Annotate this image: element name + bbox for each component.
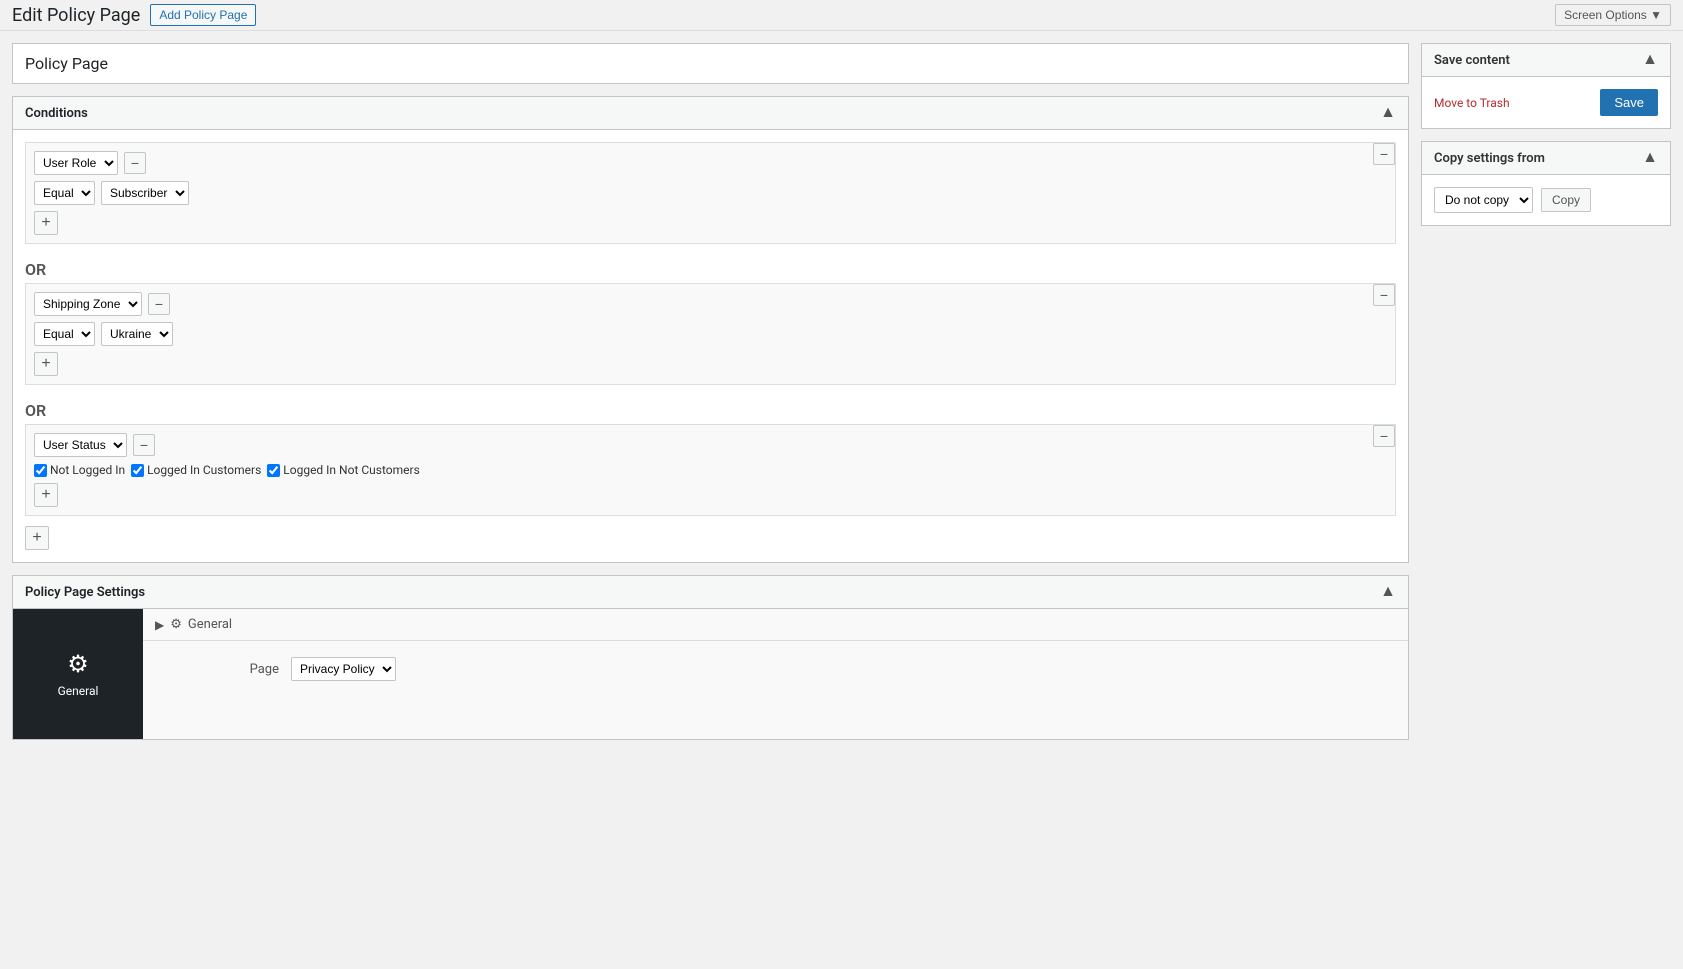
checkbox-logged-in-not-customers[interactable]: Logged In Not Customers [267,463,419,477]
settings-content-general: ▶ ⚙ General Page Privacy Policy [143,609,1408,739]
checkbox-logged-in-customers-input[interactable] [131,464,144,477]
gear-settings-icon: ⚙ [170,617,182,632]
copy-settings-select[interactable]: Do not copy [1434,187,1533,213]
condition-group-2: − Shipping Zone − Equal [25,283,1396,385]
condition-type-select-1-1[interactable]: User Role [34,151,118,175]
copy-settings-collapse-btn[interactable]: ▲ [1642,150,1658,166]
settings-tab-label: General [58,684,99,698]
conditions-title: Conditions [25,106,88,121]
checkbox-not-logged-in-label: Not Logged In [50,463,125,477]
add-policy-button[interactable]: Add Policy Page [150,4,256,26]
checkbox-not-logged-in-input[interactable] [34,464,47,477]
policy-settings-header: Policy Page Settings ▲ [13,576,1408,609]
settings-page-select[interactable]: Privacy Policy [291,657,396,681]
or-label-1: OR [25,252,1396,283]
checkbox-not-logged-in[interactable]: Not Logged In [34,463,125,477]
remove-row-1-1-btn[interactable]: − [124,152,146,174]
copy-settings-header: Copy settings from ▲ [1422,142,1670,175]
conditions-panel-header: Conditions ▲ [13,97,1408,130]
conditions-collapse-btn[interactable]: ▲ [1380,105,1396,121]
add-row-3-btn[interactable]: + [34,483,58,507]
condition-operator-select-1-1[interactable]: Equal [34,181,95,205]
add-row-1-btn-container: + [34,211,1387,235]
remove-group-2-btn[interactable]: − [1373,284,1395,306]
condition-value-select-2-1[interactable]: Ukraine [101,322,173,346]
condition-row-2-2: Equal Ukraine [34,322,1387,346]
condition-row-3-1: User Status − [34,433,1387,457]
settings-row-page: Page Privacy Policy [159,657,1392,681]
settings-content-body: Page Privacy Policy [143,641,1408,697]
condition-group-3-inner: − User Status − Not Logged In [34,433,1387,477]
sidebar: Save content ▲ Move to Trash Save Copy s… [1421,43,1671,740]
condition-checkboxes-3-1: Not Logged In Logged In Customers Logged… [34,463,1387,477]
checkbox-logged-in-customers-label: Logged In Customers [147,463,261,477]
copy-settings-button[interactable]: Copy [1541,188,1591,212]
save-content-panel: Save content ▲ Move to Trash Save [1421,43,1671,129]
add-row-2-btn[interactable]: + [34,352,58,376]
condition-row-1-2: Equal Subscriber [34,181,1387,205]
screen-options-button[interactable]: Screen Options ▼ [1555,4,1671,26]
condition-value-select-1-1[interactable]: Subscriber [101,181,189,205]
save-button[interactable]: Save [1600,89,1658,116]
move-to-trash-link[interactable]: Move to Trash [1434,96,1510,110]
policy-settings-title: Policy Page Settings [25,585,145,600]
policy-settings-body: ⚙ General ▶ ⚙ General Page Privacy P [13,609,1408,739]
remove-row-2-1-btn[interactable]: − [148,293,170,315]
add-row-2-btn-container: + [34,352,1387,376]
condition-row-1-1: User Role − [34,151,1387,175]
save-content-title: Save content [1434,53,1510,68]
main-layout: Policy Page Conditions ▲ − User Role [0,31,1683,752]
policy-settings-panel: Policy Page Settings ▲ ⚙ General ▶ ⚙ Gen… [12,575,1409,740]
condition-group-1: − User Role − Equal Subs [25,142,1396,244]
add-outer-group-btn[interactable]: + [25,526,49,550]
main-content: Policy Page Conditions ▲ − User Role [12,43,1409,740]
conditions-panel: Conditions ▲ − User Role − [12,96,1409,563]
condition-group-3: − User Status − Not Logged In [25,424,1396,516]
settings-tab-general[interactable]: ⚙ General [13,609,143,739]
condition-group-1-inner: − User Role − Equal Subs [34,151,1387,205]
page-title: Edit Policy Page [12,5,140,26]
remove-group-1-btn[interactable]: − [1373,143,1395,165]
copy-settings-title: Copy settings from [1434,151,1545,166]
condition-group-2-inner: − Shipping Zone − Equal [34,292,1387,346]
conditions-panel-body: − User Role − Equal Subs [13,130,1408,562]
settings-page-label: Page [159,662,279,677]
copy-settings-panel: Copy settings from ▲ Do not copy Copy [1421,141,1671,226]
condition-row-2-1: Shipping Zone − [34,292,1387,316]
or-label-2: OR [25,393,1396,424]
condition-operator-select-2-1[interactable]: Equal [34,322,95,346]
chevron-right-icon: ▶ [155,618,164,632]
top-bar: Edit Policy Page Add Policy Page Screen … [0,0,1683,31]
add-row-3-btn-container: + [34,483,1387,507]
remove-row-3-1-btn[interactable]: − [133,434,155,456]
condition-type-select-3-1[interactable]: User Status [34,433,127,457]
top-bar-left: Edit Policy Page Add Policy Page [12,4,256,26]
checkbox-logged-in-not-customers-input[interactable] [267,464,280,477]
save-content-header: Save content ▲ [1422,44,1670,77]
add-row-1-btn[interactable]: + [34,211,58,235]
save-content-body: Move to Trash Save [1422,77,1670,128]
checkbox-logged-in-not-customers-label: Logged In Not Customers [283,463,419,477]
policy-page-title-box: Policy Page [12,43,1409,84]
checkbox-logged-in-customers[interactable]: Logged In Customers [131,463,261,477]
settings-content-header: ▶ ⚙ General [143,609,1408,641]
copy-settings-body: Do not copy Copy [1422,175,1670,225]
gear-icon: ⚙ [67,650,89,678]
remove-group-3-btn[interactable]: − [1373,425,1395,447]
settings-content-header-label: General [188,617,232,632]
save-content-collapse-btn[interactable]: ▲ [1642,52,1658,68]
condition-type-select-2-1[interactable]: Shipping Zone [34,292,142,316]
policy-settings-collapse-btn[interactable]: ▲ [1380,584,1396,600]
